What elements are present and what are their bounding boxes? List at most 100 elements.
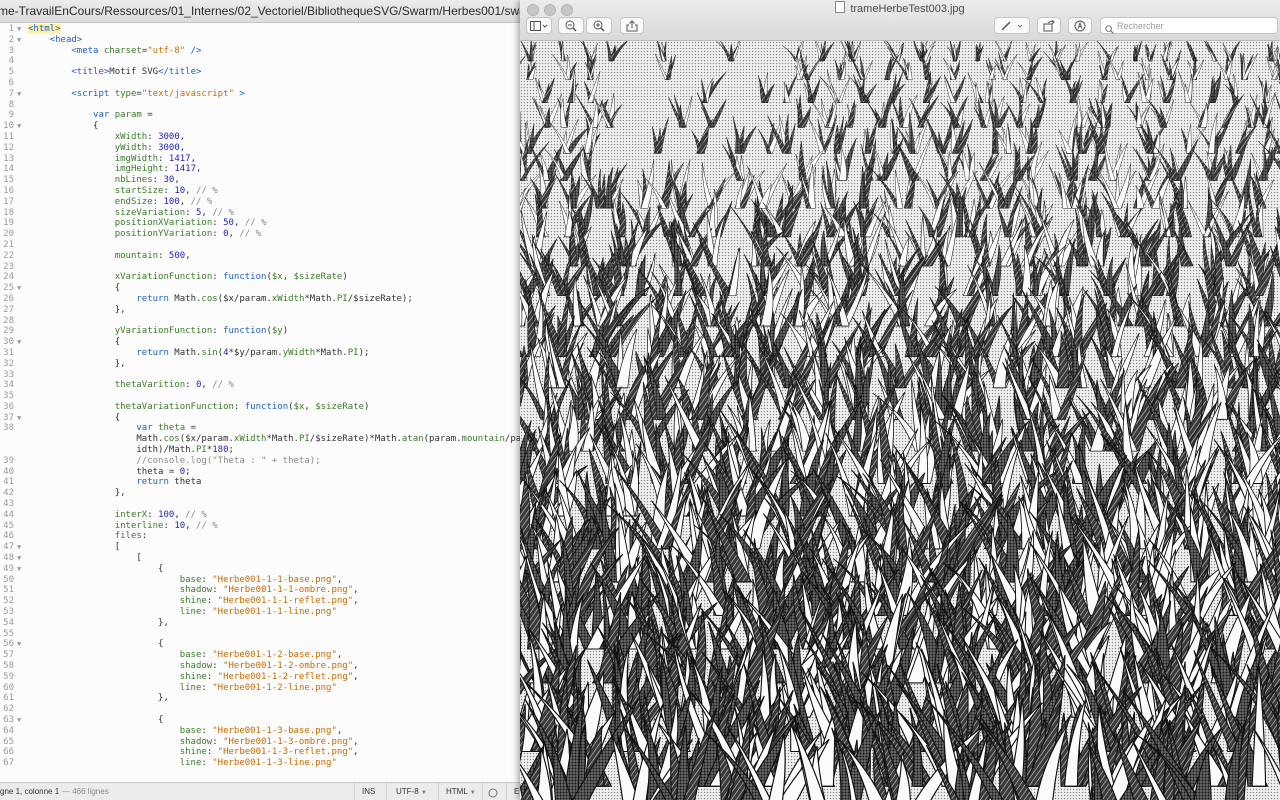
code-line[interactable]: 26 return Math.cos($x/param.xWidth*Math.… — [0, 294, 520, 305]
fold-toggle-icon[interactable]: ▼ — [17, 337, 25, 348]
fold-toggle-icon[interactable]: ▼ — [17, 35, 25, 46]
preview-title-bar[interactable]: trameHerbeTest003.jpg — [520, 0, 1280, 41]
code-line[interactable]: 42 }, — [0, 488, 520, 499]
code-line[interactable]: 50 base: "Herbe001-1-1-base.png", — [0, 575, 520, 586]
share-button[interactable] — [620, 17, 644, 34]
code-line[interactable]: 29 yVariationFunction: function($y) — [0, 326, 520, 337]
fold-toggle-icon[interactable]: ▼ — [17, 413, 25, 424]
code-line[interactable]: 64 base: "Herbe001-1-3-base.png", — [0, 726, 520, 737]
code-line[interactable]: 61 }, — [0, 693, 520, 704]
fold-toggle-icon[interactable]: ▼ — [17, 564, 25, 575]
cursor-position[interactable]: gne 1, colonne 1 — [0, 783, 59, 800]
code-line[interactable]: 4 — [0, 56, 520, 67]
code-line[interactable]: 45 interline: 10, // % — [0, 521, 520, 532]
code-line[interactable]: 16 startSize: 10, // % — [0, 186, 520, 197]
code-line[interactable]: 21 — [0, 240, 520, 251]
code-line[interactable]: 47 ▼ [ — [0, 542, 520, 553]
fold-toggle-icon[interactable]: ▼ — [17, 542, 25, 553]
code-line[interactable]: 34 thetaVarition: 0, // % — [0, 380, 520, 391]
code-line[interactable]: 2 ▼ <head> — [0, 35, 520, 46]
annotate-button[interactable] — [1068, 17, 1092, 34]
code-line[interactable]: 20 positionYVariation: 0, // % — [0, 229, 520, 240]
code-line[interactable]: 48 ▼ [ — [0, 553, 520, 564]
code-line[interactable]: 66 shine: "Herbe001-1-3-reflet.png", — [0, 747, 520, 758]
code-line[interactable]: 36 thetaVariationFunction: function($x, … — [0, 402, 520, 413]
code-line[interactable]: 1 ▼ <html> — [0, 24, 520, 35]
fold-toggle-icon[interactable]: ▼ — [17, 553, 25, 564]
code-line[interactable]: 54 }, — [0, 618, 520, 629]
code-line[interactable]: 58 shadow: "Herbe001-1-2-ombre.png", — [0, 661, 520, 672]
fold-toggle-icon[interactable]: ▼ — [17, 715, 25, 726]
code-line[interactable]: 49 ▼ { — [0, 564, 520, 575]
code-line[interactable]: 15 nbLines: 30, — [0, 175, 520, 186]
code-line[interactable]: Math.cos($x/param.xWidth*Math.PI/$sizeRa… — [0, 434, 520, 445]
code-line[interactable]: 12 yWidth: 3000, — [0, 143, 520, 154]
code-line[interactable]: 7 ▼ <script type="text/javascript" > — [0, 89, 520, 100]
rotate-button[interactable] — [1037, 17, 1061, 34]
code-line[interactable]: 46 files: — [0, 531, 520, 542]
code-text: { — [28, 412, 121, 423]
code-line[interactable]: 31 return Math.sin(4*$y/param.yWidth*Mat… — [0, 348, 520, 359]
sidebar-button[interactable] — [526, 17, 552, 34]
grass-halftone-image[interactable] — [520, 41, 1280, 800]
code-line[interactable]: 53 line: "Herbe001-1-1-line.png" — [0, 607, 520, 618]
code-line[interactable]: 62 — [0, 704, 520, 715]
code-line[interactable]: 3 <meta charset="utf-8" /> — [0, 46, 520, 57]
code-line[interactable]: 19 positionXVariation: 50, // % — [0, 218, 520, 229]
search-input[interactable] — [1117, 19, 1273, 32]
code-line[interactable]: 57 base: "Herbe001-1-2-base.png", — [0, 650, 520, 661]
fold-toggle-icon[interactable]: ▼ — [17, 283, 25, 294]
circle-status-icon[interactable] — [488, 787, 498, 798]
code-line[interactable]: 33 — [0, 370, 520, 381]
code-line[interactable]: 30 ▼ { — [0, 337, 520, 348]
code-line[interactable]: 5 <title>Motif SVG</title> — [0, 67, 520, 78]
code-line[interactable]: 51 shadow: "Herbe001-1-1-ombre.png", — [0, 585, 520, 596]
code-line[interactable]: 22 mountain: 500, — [0, 251, 520, 262]
zoom-out-button[interactable] — [558, 17, 584, 34]
code-line[interactable]: 13 imgWidth: 1417, — [0, 154, 520, 165]
code-line[interactable]: 38 var theta = — [0, 423, 520, 434]
code-line[interactable]: idth)/Math.PI*180; — [0, 445, 520, 456]
code-line[interactable]: 44 interX: 100, // % — [0, 510, 520, 521]
markup-button[interactable] — [994, 17, 1030, 34]
code-line[interactable]: 43 — [0, 499, 520, 510]
code-line[interactable]: 63 ▼ { — [0, 715, 520, 726]
code-line[interactable]: 40 theta = 0; — [0, 467, 520, 478]
code-line[interactable]: 17 endSize: 100, // % — [0, 197, 520, 208]
code-line[interactable]: 9 var param = — [0, 110, 520, 121]
code-line[interactable]: 59 shine: "Herbe001-1-2-reflet.png", — [0, 672, 520, 683]
code-line[interactable]: 35 — [0, 391, 520, 402]
code-line[interactable]: 28 — [0, 316, 520, 327]
code-line[interactable]: 6 — [0, 78, 520, 89]
code-line[interactable]: 55 — [0, 629, 520, 640]
code-line[interactable]: 39 //console.log("Theta : " + theta); — [0, 456, 520, 467]
code-line[interactable]: 11 xWidth: 3000, — [0, 132, 520, 143]
code-line[interactable]: 65 shadow: "Herbe001-1-3-ombre.png", — [0, 737, 520, 748]
code-line[interactable]: 52 shine: "Herbe001-1-1-reflet.png", — [0, 596, 520, 607]
code-line[interactable]: 24 xVariationFunction: function($x, $siz… — [0, 272, 520, 283]
fold-toggle-icon[interactable]: ▼ — [17, 89, 25, 100]
code-line[interactable]: 23 — [0, 262, 520, 273]
code-line[interactable]: 41 return theta — [0, 477, 520, 488]
editor-title-bar[interactable]: me-TravailEnCours/Ressources/01_Internes… — [0, 0, 520, 23]
fold-toggle-icon[interactable]: ▼ — [17, 121, 25, 132]
insert-mode[interactable]: INS — [362, 783, 375, 800]
code-line[interactable]: 18 sizeVariation: 5, // % — [0, 208, 520, 219]
language-menu[interactable]: HTML ▼ — [446, 783, 476, 800]
code-line[interactable]: 56 ▼ { — [0, 639, 520, 650]
code-line[interactable]: 37 ▼ { — [0, 413, 520, 424]
code-line[interactable]: 14 imgHeight: 1417, — [0, 164, 520, 175]
code-line[interactable]: 32 }, — [0, 359, 520, 370]
code-line[interactable]: 27 }, — [0, 305, 520, 316]
zoom-in-button[interactable] — [586, 17, 612, 34]
code-line[interactable]: 60 line: "Herbe001-1-2-line.png" — [0, 683, 520, 694]
code-line[interactable]: 8 — [0, 100, 520, 111]
fold-toggle-icon[interactable]: ▼ — [17, 24, 25, 35]
code-line[interactable]: 25 ▼ { — [0, 283, 520, 294]
encoding-menu[interactable]: UTF-8 ▼ — [396, 783, 427, 800]
fold-toggle-icon[interactable]: ▼ — [17, 639, 25, 650]
code-line[interactable]: 10 ▼ { — [0, 121, 520, 132]
search-field[interactable] — [1100, 17, 1278, 34]
code-area[interactable]: 1 ▼ <html> 2 ▼ <head> 3 <meta charset="utf-8"… — [0, 24, 520, 782]
code-line[interactable]: 67 line: "Herbe001-1-3-line.png" — [0, 758, 520, 769]
